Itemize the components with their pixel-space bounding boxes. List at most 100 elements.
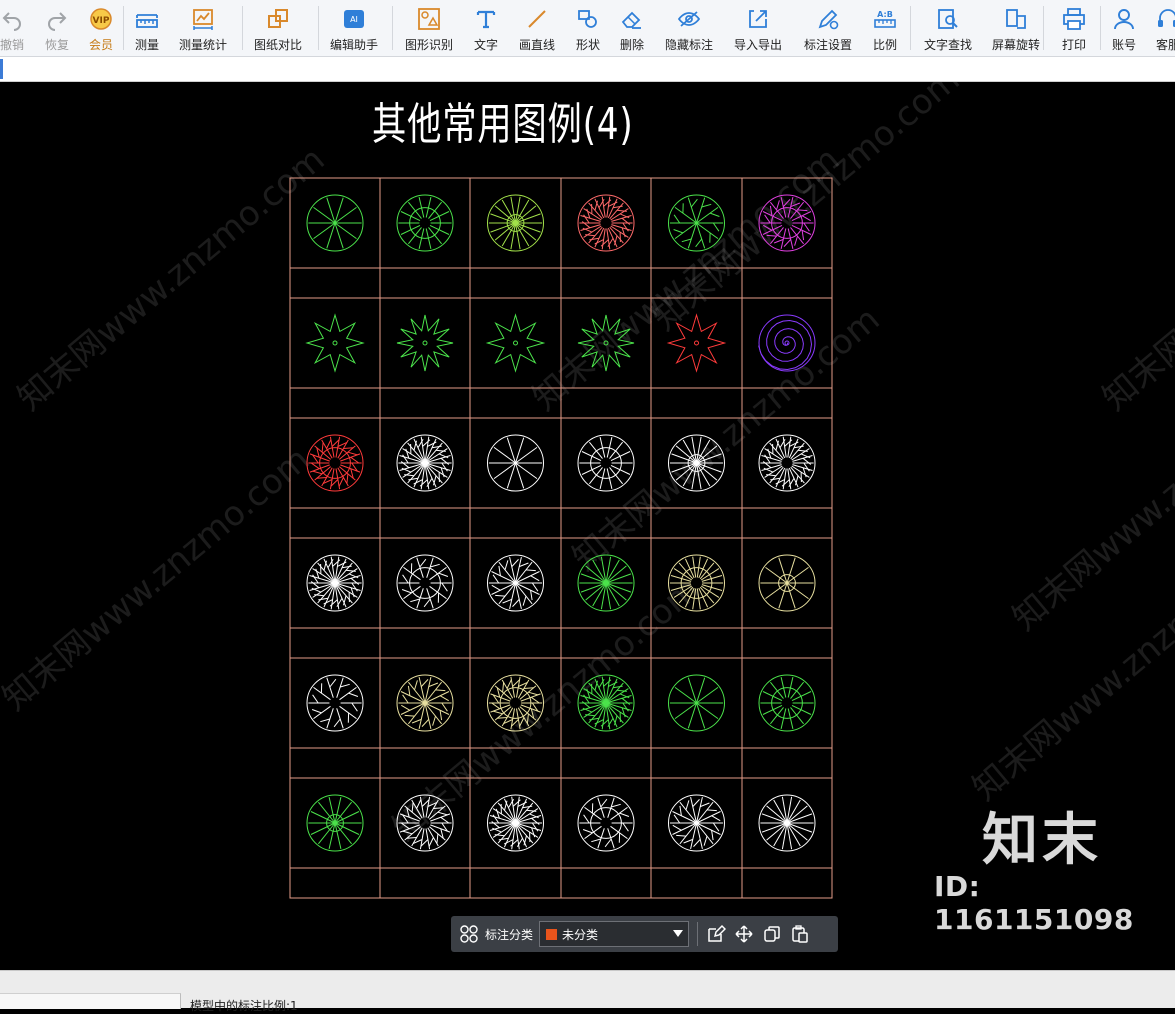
- tree-symbol: [759, 315, 815, 371]
- toolbar-label: 屏幕旋转: [992, 38, 1040, 52]
- print-icon: [1062, 0, 1086, 35]
- annotation-category-select[interactable]: 未分类: [539, 921, 689, 947]
- category-grid-icon[interactable]: [455, 920, 483, 948]
- tree-symbol: [669, 315, 725, 371]
- compare-drawings-icon: [266, 0, 290, 35]
- toolbar-button-text-search[interactable]: 文字查找: [913, 0, 983, 56]
- tree-symbol: [307, 315, 363, 371]
- toolbar-label: 导入导出: [734, 38, 782, 52]
- tree-symbol: [759, 675, 815, 731]
- tree-symbol: [488, 675, 544, 731]
- tree-symbol: [578, 555, 634, 611]
- toolbar-button-customer-service[interactable]: 客服: [1133, 0, 1175, 56]
- toolbar-divider: [910, 6, 911, 50]
- annotation-settings-icon: [816, 0, 840, 35]
- tree-symbol: [578, 195, 634, 251]
- toolbar-button-compare-drawings[interactable]: 图纸对比: [243, 0, 313, 56]
- toolbar-button-hide-eye[interactable]: 隐藏标注: [654, 0, 724, 56]
- customer-service-icon: [1156, 0, 1175, 35]
- move-icon[interactable]: [730, 920, 758, 948]
- tree-symbol: [669, 675, 725, 731]
- screen-rotate-icon: [1004, 0, 1028, 35]
- toolbar: 撤销恢复VIP会员测量测量统计图纸对比AI编辑助手图形识别文字画直线形状删除隐藏…: [0, 0, 1175, 57]
- tree-symbol: [578, 315, 634, 371]
- tree-symbol: [759, 555, 815, 611]
- tree-symbol: [578, 795, 634, 851]
- svg-text:AI: AI: [350, 15, 358, 24]
- toolbar-divider: [1100, 6, 1101, 50]
- hide-eye-icon: [677, 0, 701, 35]
- float-bar-divider: [697, 922, 698, 946]
- tree-symbol: [488, 795, 544, 851]
- measure-stats-icon: [191, 0, 215, 35]
- line-icon: [525, 0, 549, 35]
- toolbar-divider: [123, 6, 124, 50]
- brand-id: ID: 1161151098: [934, 870, 1175, 936]
- tree-symbol: [669, 195, 725, 251]
- toolbar-label: 文字查找: [924, 38, 972, 52]
- category-color-swatch: [546, 929, 557, 940]
- toolbar-label: 删除: [620, 38, 644, 52]
- undo-icon: [0, 0, 24, 35]
- svg-text:VIP: VIP: [93, 16, 110, 26]
- scale-icon: A:B: [873, 0, 897, 35]
- paste-icon[interactable]: [786, 920, 814, 948]
- tree-symbol: [397, 795, 453, 851]
- toolbar-label: 隐藏标注: [665, 38, 713, 52]
- tree-symbol: [397, 195, 453, 251]
- tree-symbol: [669, 435, 725, 491]
- copy-icon[interactable]: [758, 920, 786, 948]
- tree-symbol: [488, 195, 544, 251]
- tree-symbol: [307, 195, 363, 251]
- text-search-icon: [936, 0, 960, 35]
- toolbar-label: 客服: [1156, 38, 1175, 52]
- tree-symbol: [488, 315, 544, 371]
- brand-logo: 知末: [982, 795, 1102, 876]
- edit-annotation-icon[interactable]: [702, 920, 730, 948]
- tree-symbol: [669, 555, 725, 611]
- tree-symbol: [578, 435, 634, 491]
- category-select-value: 未分类: [562, 926, 598, 943]
- tree-symbol: [397, 435, 453, 491]
- toolbar-button-edit-assistant[interactable]: AI 编辑助手: [319, 0, 389, 56]
- edit-assistant-icon: AI: [342, 0, 366, 35]
- toolbar-label: 会员: [89, 38, 113, 52]
- status-bar: 模型中的标注比例:1: [0, 970, 1175, 1008]
- tree-symbol: [578, 675, 634, 731]
- annotation-scale-status: 模型中的标注比例:1: [190, 997, 298, 1014]
- svg-text:A:B: A:B: [877, 10, 893, 19]
- toolbar-label: 画直线: [519, 38, 555, 52]
- annotation-float-bar: 标注分类 未分类: [451, 916, 838, 952]
- tree-symbol: [307, 435, 363, 491]
- toolbar-label: 编辑助手: [330, 38, 378, 52]
- tree-symbol: [307, 555, 363, 611]
- tree-symbol: [397, 675, 453, 731]
- text-icon: [474, 0, 498, 35]
- toolbar-label: 文字: [474, 38, 498, 52]
- tree-symbol: [488, 435, 544, 491]
- chevron-down-icon: [673, 930, 683, 937]
- document-tab-strip: [0, 57, 1175, 82]
- toolbar-divider: [242, 6, 243, 50]
- toolbar-label: 测量统计: [179, 38, 227, 52]
- toolbar-divider: [1043, 6, 1044, 50]
- toolbar-label: 图形识别: [405, 38, 453, 52]
- tree-symbol: [488, 555, 544, 611]
- toolbar-label: 打印: [1062, 38, 1086, 52]
- toolbar-label: 撤销: [0, 38, 24, 52]
- import-export-icon: [746, 0, 770, 35]
- shape-recognition-icon: [417, 0, 441, 35]
- toolbar-label: 图纸对比: [254, 38, 302, 52]
- eraser-icon: [620, 0, 644, 35]
- toolbar-divider: [318, 6, 319, 50]
- measure-ruler-icon: [135, 0, 159, 35]
- tree-symbol: [397, 555, 453, 611]
- document-tab[interactable]: [0, 59, 3, 79]
- tree-symbol: [307, 675, 363, 731]
- toolbar-button-import-export[interactable]: 导入导出: [723, 0, 793, 56]
- toolbar-label: 测量: [135, 38, 159, 52]
- toolbar-button-measure-stats[interactable]: 测量统计: [168, 0, 238, 56]
- toolbar-label: 比例: [873, 38, 897, 52]
- tree-symbol: [397, 315, 453, 371]
- annotation-category-label: 标注分类: [485, 926, 533, 943]
